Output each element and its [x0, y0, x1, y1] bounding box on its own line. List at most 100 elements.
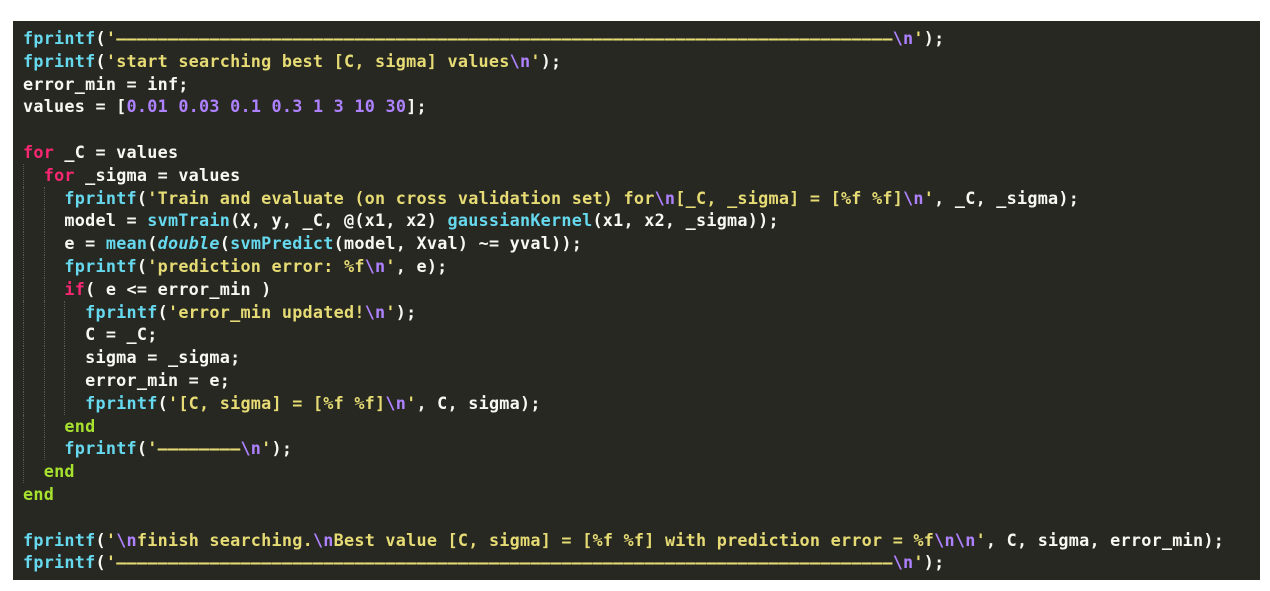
escape-token: \n [385, 392, 407, 413]
escape-token: \n [892, 552, 914, 573]
keyword-token: if [64, 278, 86, 299]
indent-guide [43, 437, 45, 461]
code-token: ); [923, 552, 945, 573]
code-token: ( [136, 438, 148, 459]
function-token: fprintf [64, 255, 137, 276]
string-token: ' [385, 255, 396, 276]
string-token: ' [385, 301, 396, 322]
code-token: model = [64, 210, 148, 231]
code-line[interactable]: end [23, 414, 1260, 438]
code-token: ( [147, 233, 158, 254]
string-token: ' [406, 392, 417, 413]
string-token: ' [923, 187, 935, 208]
escape-token: \n [116, 529, 137, 550]
code-token: _C = values [54, 141, 179, 162]
indent-guide [64, 300, 66, 324]
indent-guide [23, 368, 24, 392]
code-line[interactable]: fprintf('———————————————————————————————… [23, 27, 1260, 50]
code-token: error_min = inf; [23, 73, 189, 94]
code-token: ( [157, 301, 168, 322]
string-token: ' [261, 438, 272, 459]
string-token: 'start searching best [C, sigma] values [105, 50, 510, 71]
function-token: fprintf [23, 529, 96, 550]
number-token: 10 [354, 96, 376, 117]
code-token: ( [136, 187, 148, 208]
code-line[interactable]: e = mean(double(svmPredict(model, Xval) … [23, 232, 1260, 255]
function-token: fprintf [23, 552, 96, 573]
code-line[interactable] [23, 118, 1260, 141]
function-token: svmTrain [147, 210, 231, 231]
code-token: ); [540, 50, 562, 71]
function-token: fprintf [85, 301, 158, 322]
code-line[interactable]: fprintf('start searching best [C, sigma]… [23, 50, 1260, 73]
keyword-token: for [43, 164, 75, 185]
code-line[interactable]: C = _C; [23, 323, 1260, 347]
code-token: (x1, x2, _sigma)); [592, 210, 779, 231]
escape-token: \n [892, 28, 914, 48]
code-line[interactable]: fprintf('[C, sigma] = [%f %f]\n', C, sig… [23, 391, 1260, 415]
code-editor[interactable]: fprintf('———————————————————————————————… [13, 21, 1260, 580]
indent-guide [43, 300, 45, 324]
type-function-token: double [157, 233, 220, 254]
string-token: 'Train and evaluate (on cross validation… [147, 187, 655, 208]
string-token: Best value [C, sigma] = [%f %f] with pre… [333, 529, 935, 550]
code-line[interactable]: error_min = e; [23, 368, 1260, 392]
indent-guide [23, 460, 24, 483]
code-token: (model, Xval) ~= yval)); [333, 233, 583, 254]
indent-guide [23, 163, 24, 187]
code-line[interactable]: for _sigma = values [23, 163, 1260, 187]
code-line[interactable]: fprintf('———————————————————————————————… [23, 551, 1260, 574]
indent-guide [23, 437, 24, 461]
code-line[interactable]: end [23, 483, 1260, 506]
code-line[interactable]: model = svmTrain(X, y, _C, @(x1, x2) gau… [23, 209, 1260, 233]
code-line[interactable]: sigma = _sigma; [23, 346, 1260, 369]
code-line[interactable]: fprintf('error_min updated!\n'); [23, 300, 1260, 324]
number-token: 0.1 [230, 96, 262, 117]
code-token: ); [395, 301, 417, 322]
indent-guide [23, 391, 24, 415]
code-token: ( e <= error_min ) [85, 278, 272, 299]
code-line[interactable]: error_min = inf; [23, 73, 1260, 96]
number-token: 30 [385, 96, 407, 117]
code-line[interactable]: end [23, 460, 1260, 483]
code-line[interactable] [23, 506, 1260, 529]
indent-guide [43, 414, 45, 438]
string-token: finish searching. [136, 529, 313, 550]
number-token: 0.01 [126, 96, 168, 117]
function-token: fprintf [64, 187, 137, 208]
code-line[interactable]: fprintf('prediction error: %f\n', e); [23, 254, 1260, 278]
code-line[interactable]: if( e <= error_min ) [23, 277, 1260, 301]
string-token: '———————————————————————————————————————… [105, 552, 893, 573]
code-line[interactable]: fprintf('\nfinish searching.\nBest value… [23, 529, 1260, 552]
code-token: ( [157, 392, 168, 413]
code-line[interactable]: fprintf('Train and evaluate (on cross va… [23, 186, 1260, 210]
code-token: , _C, _sigma); [934, 187, 1080, 208]
end-keyword-token: end [43, 461, 75, 482]
escape-token: \n\n [934, 529, 976, 550]
indent-guide [23, 414, 24, 438]
code-token: , C, sigma, error_min); [985, 529, 1225, 550]
number-token: 3 [333, 96, 345, 117]
code-line[interactable]: values = [0.01 0.03 0.1 0.3 1 3 10 30]; [23, 95, 1260, 118]
end-keyword-token: end [23, 483, 55, 504]
function-token: fprintf [85, 392, 158, 413]
code-token: ( [95, 50, 106, 71]
escape-token: \n [240, 438, 262, 459]
indent-guide [64, 323, 66, 347]
code-line[interactable]: for _C = values [23, 141, 1260, 164]
code-line[interactable]: fprintf('————————\n'); [23, 437, 1260, 461]
indent-guide [43, 209, 45, 233]
function-token: svmPredict [230, 233, 334, 254]
indent-guide [64, 346, 66, 369]
code-token: (X, y, _C, @(x1, x2) [230, 210, 448, 231]
escape-token: \n [364, 301, 386, 322]
code-token: ( [95, 552, 106, 573]
indent-guide [23, 209, 24, 233]
